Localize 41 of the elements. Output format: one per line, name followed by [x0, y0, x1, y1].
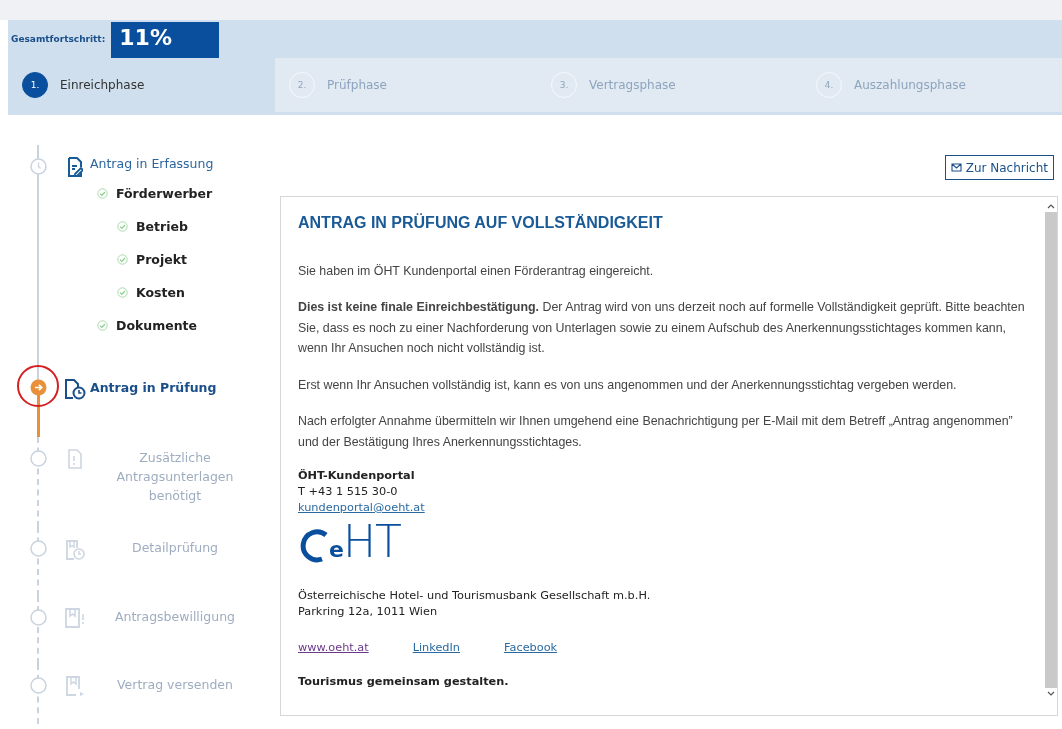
phase-label: Prüfphase: [327, 78, 387, 92]
footer-link[interactable]: Facebook: [504, 640, 558, 656]
document-clock-icon: [65, 539, 85, 561]
phase-number: 1.: [22, 72, 48, 98]
substep-label[interactable]: Förderwerber: [116, 186, 213, 201]
phone-number: T +43 1 515 30-0: [298, 484, 399, 500]
document-edit-icon: [67, 157, 83, 177]
message-paragraph: Dies ist keine finale Einreichbestätigung. Der Antrag wird von uns derzeit noch auf formelle Vollständigkeit geprüft. Bitte beachten Sie, dass es noch zu einer Nachforderung von Unterlagen sowie zu einem Aufschub des Anerkennungsstichtages kommen kann, wenn Ihr Ansuchen noch nicht vollständig ist.: [298, 299, 1026, 357]
footer-link[interactable]: www.oeht.at: [298, 640, 369, 656]
message-button[interactable]: Zur Nachricht: [944, 155, 1054, 180]
substep-label[interactable]: Betrieb: [136, 219, 188, 234]
company-name: Österreichische Hotel- und Tourismusbank Gesellschaft m.b.H.: [298, 588, 652, 604]
phase-label: Auszahlungsphase: [854, 78, 966, 92]
step-label[interactable]: Antrag in Erfassung: [90, 156, 260, 171]
message-paragraph: Erst wenn Ihr Ansuchen vollständig ist, kann es von uns angenommen und der Anerkennungsstichtag vergeben werden.: [298, 376, 958, 394]
step-label[interactable]: Antrag in Prüfung: [90, 377, 260, 395]
substep-label[interactable]: Kosten: [136, 285, 185, 300]
email-link[interactable]: kundenportal@oeht.at: [298, 501, 425, 514]
scroll-up-icon[interactable]: [1047, 203, 1055, 209]
message-paragraph: Nach erfolgter Annahme übermitteln wir Ihnen umgehend eine Benachrichtigung per E-Mail mit dem Betreff „Antrag angenommen” und der Bestätigung Ihres Anerkennungsstichtages.: [298, 413, 1014, 451]
envelope-icon: [950, 163, 962, 172]
tagline: Tourismus gemeinsam gestalten.: [298, 674, 510, 690]
phase-label: Vertragsphase: [589, 78, 676, 92]
scroll-down-icon[interactable]: [1047, 691, 1055, 697]
highlight-circle: [17, 365, 59, 407]
document-alert-icon: [64, 608, 86, 628]
document-clock-icon: [64, 378, 86, 400]
progress-value: 11%: [111, 22, 220, 58]
company-logo: eHT: [329, 522, 401, 569]
progress-label: Gesamtfortschritt:: [10, 34, 106, 44]
substep-label[interactable]: Projekt: [136, 252, 187, 267]
substep-label[interactable]: Dokumente: [116, 318, 198, 333]
message-title: ANTRAG IN PRÜFUNG AUF VOLLSTÄNDIGKEIT: [298, 213, 664, 233]
logo-ring-drawing: [298, 529, 328, 563]
document-send-icon: [65, 676, 85, 698]
footer-link[interactable]: LinkedIn: [412, 640, 461, 656]
phase-label: Einreichphase: [60, 78, 145, 92]
signature-name: ÖHT-Kundenportal: [298, 468, 416, 484]
message-paragraph: Sie haben im ÖHT Kundenportal einen Förderantrag eingereicht.: [298, 262, 655, 280]
document-alert-icon: [67, 449, 83, 469]
company-address: Parkring 12a, 1011 Wien: [298, 604, 439, 620]
